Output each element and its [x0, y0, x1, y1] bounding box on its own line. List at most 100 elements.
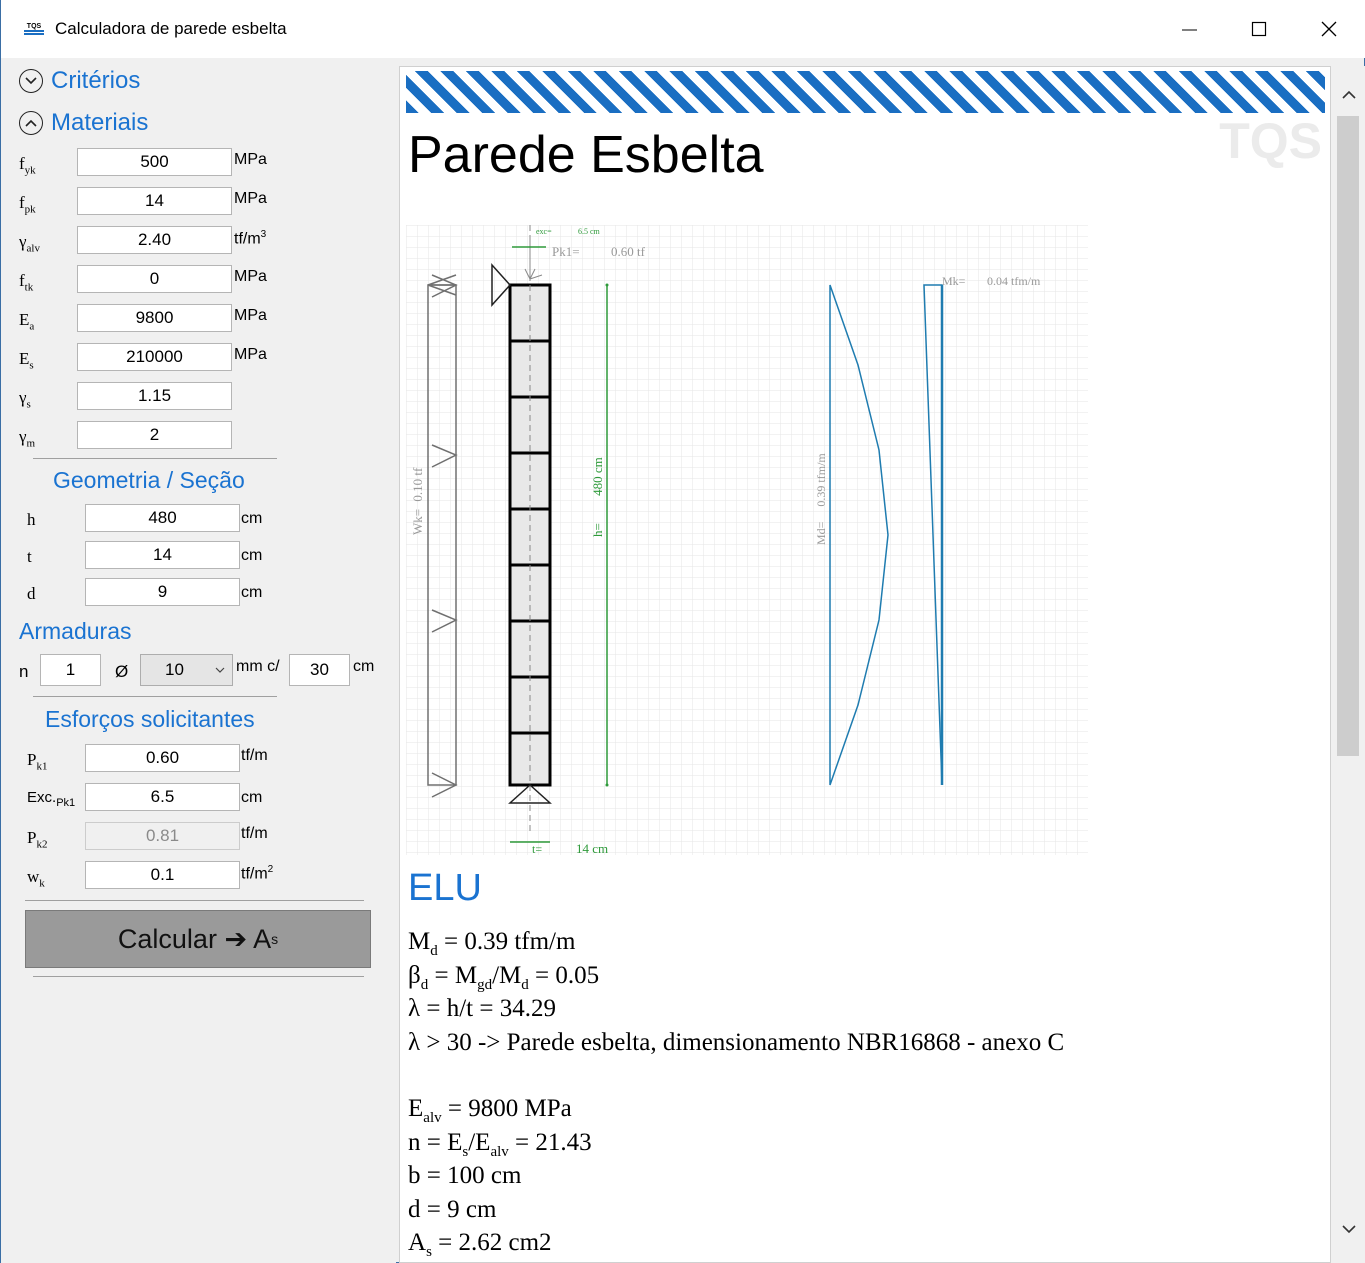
param-unit: MPa [234, 268, 267, 285]
scroll-down-icon[interactable] [1341, 1224, 1357, 1234]
svg-text:t=: t= [532, 842, 542, 855]
param-row-gs: γs 1.15 [1, 382, 396, 412]
param-row-d: d 9 cm [1, 578, 396, 608]
exc-input[interactable]: 6.5 [85, 783, 240, 811]
fpk-input[interactable]: 14 [77, 187, 232, 215]
app-icon-text: TQS [27, 23, 42, 30]
param-row-fyk: fyk 500 MPa [1, 148, 396, 178]
title-bar: TQS Calculadora de parede esbelta [1, 0, 1365, 58]
geometria-title: Geometria / Seção [53, 467, 245, 493]
n-input[interactable]: 1 [40, 654, 101, 686]
report-title: Parede Esbelta [408, 126, 764, 184]
param-row-fpk: fpk 14 MPa [1, 187, 396, 217]
chevron-down-icon [19, 69, 43, 93]
maximize-icon [1251, 21, 1267, 37]
minimize-button[interactable] [1155, 0, 1223, 58]
param-unit: tf/m3 [234, 229, 267, 248]
svg-text:0.04 tfm/m: 0.04 tfm/m [987, 274, 1041, 288]
param-row-h: h 480 cm [1, 504, 396, 534]
param-symbol: h [27, 510, 36, 529]
divider [33, 458, 277, 459]
param-row-exc: Exc.Pk1 6.5 cm [1, 783, 396, 813]
result-ealv: Ealv = 9800 MPa [408, 1095, 572, 1126]
materiais-label: Materiais [51, 109, 149, 136]
result-n: n = Es/Ealv = 21.43 [408, 1128, 592, 1160]
divider [25, 900, 364, 901]
param-unit: tf/m [241, 747, 268, 764]
pk2-input: 0.81 [85, 822, 240, 850]
spacing-input[interactable]: 30 [289, 654, 350, 686]
watermark-logo: TQS [1219, 113, 1322, 169]
param-symbol: γs [19, 388, 31, 411]
calculate-button[interactable]: Calcular ➔ As [25, 910, 371, 968]
results-block: Md = 0.39 tfm/m βd = Mgd/Md = 0.05 λ = h… [408, 925, 1064, 1260]
scrollbar-thumb[interactable] [1337, 116, 1359, 756]
param-symbol: Pk1 [27, 750, 48, 773]
n-label: n [19, 662, 29, 681]
gs-input[interactable]: 1.15 [77, 382, 232, 410]
param-unit: MPa [234, 190, 267, 207]
app-window: TQS Calculadora de parede esbelta Critér… [0, 0, 1365, 1263]
report-view: TQS Parede Esbelta Wk= 0.10 tf exc= 6.5 … [399, 66, 1331, 1263]
h-input[interactable]: 480 [85, 504, 240, 532]
galv-input[interactable]: 2.40 [77, 226, 232, 254]
param-row-ea: Ea 9800 MPa [1, 304, 396, 334]
wall-diagram: Wk= 0.10 tf exc= 6.5 cm Pk1= 0.60 tf h= … [406, 225, 1088, 855]
criterios-expander[interactable]: Critérios [19, 66, 140, 96]
spacing-unit: cm [353, 658, 375, 675]
close-button[interactable] [1295, 0, 1363, 58]
minimize-icon [1182, 29, 1197, 31]
param-symbol: fpk [19, 193, 36, 216]
param-unit: cm [241, 789, 263, 806]
wk-input[interactable]: 0.1 [85, 861, 240, 889]
param-row-es: Es 210000 MPa [1, 343, 396, 373]
es-input[interactable]: 210000 [77, 343, 232, 371]
result-b: b = 100 cm [408, 1162, 522, 1189]
param-symbol: Ea [19, 310, 35, 333]
param-symbol: γm [19, 427, 36, 450]
svg-text:Md= 0.39 tfm/m: Md= 0.39 tfm/m [814, 453, 828, 545]
scroll-up-icon[interactable] [1341, 90, 1357, 100]
param-unit: cm [241, 510, 263, 527]
param-unit: tf/m [241, 825, 268, 842]
d-input[interactable]: 9 [85, 578, 240, 606]
mm-label: mm c/ [236, 658, 280, 675]
pk1-input[interactable]: 0.60 [85, 744, 240, 772]
t-input[interactable]: 14 [85, 541, 240, 569]
svg-text:14 cm: 14 cm [576, 841, 608, 855]
ea-input[interactable]: 9800 [77, 304, 232, 332]
param-symbol: wk [27, 867, 45, 890]
svg-text:exc=: exc= [536, 227, 552, 236]
fyk-input[interactable]: 500 [77, 148, 232, 176]
svg-text:Wk= 0.10 tf: Wk= 0.10 tf [410, 467, 425, 535]
divider [33, 976, 364, 977]
maximize-button[interactable] [1225, 0, 1293, 58]
svg-text:Pk1=: Pk1= [552, 244, 580, 259]
gm-input[interactable]: 2 [77, 421, 232, 449]
param-symbol: ftk [19, 271, 34, 294]
diameter-select[interactable]: 10 [140, 654, 233, 686]
param-unit: MPa [234, 151, 267, 168]
input-panel: Critérios Materiais fyk 500 MPa fpk 14 M… [1, 58, 396, 1263]
materiais-expander[interactable]: Materiais [19, 108, 148, 138]
window-title: Calculadora de parede esbelta [55, 19, 287, 38]
ftk-input[interactable]: 0 [77, 265, 232, 293]
param-row-t: t 14 cm [1, 541, 396, 571]
result-md: Md = 0.39 tfm/m [408, 928, 576, 959]
calculate-label: Calcular ➔ A [117, 923, 272, 954]
calculate-label-sub: s [271, 931, 279, 947]
app-icon: TQS [23, 20, 45, 38]
param-symbol: t [27, 547, 32, 566]
header-stripes [406, 71, 1325, 113]
report-scrollbar[interactable] [1331, 66, 1365, 1263]
result-lambda: λ = h/t = 34.29 [408, 995, 556, 1022]
phi-label: Ø [115, 662, 129, 681]
param-row-pk2: Pk2 0.81 tf/m [1, 822, 396, 852]
svg-text:6.5 cm: 6.5 cm [578, 227, 601, 236]
param-unit: cm [241, 584, 263, 601]
param-unit: cm [241, 547, 263, 564]
param-row-wk: wk 0.1 tf/m2 [1, 861, 396, 891]
esforcos-title: Esforços solicitantes [45, 706, 255, 732]
param-symbol: Es [19, 349, 34, 372]
